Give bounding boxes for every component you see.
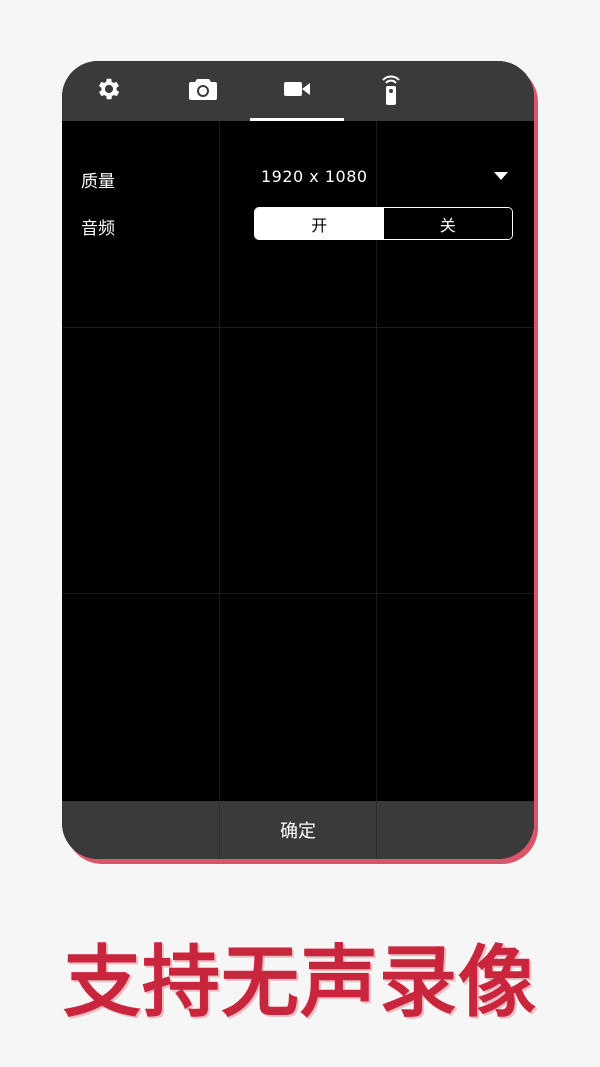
chevron-down-icon[interactable] — [494, 172, 508, 180]
audio-toggle[interactable]: 开 关 — [254, 207, 513, 240]
grid-line — [376, 801, 377, 859]
quality-select[interactable]: 1920 x 1080 — [261, 167, 368, 186]
remote-icon — [380, 72, 402, 110]
video-camera-icon — [283, 79, 311, 103]
audio-label: 音频 — [81, 219, 115, 239]
promo-caption: 支持无声录像 — [62, 938, 537, 1028]
audio-on-option[interactable]: 开 — [255, 208, 384, 239]
tab-photo[interactable] — [156, 61, 250, 121]
camera-icon — [188, 76, 218, 106]
confirm-button[interactable]: 确定 — [280, 817, 316, 843]
gear-icon — [95, 75, 123, 107]
audio-off-option[interactable]: 关 — [383, 208, 512, 239]
tab-remote[interactable] — [344, 61, 438, 121]
tab-settings[interactable] — [62, 61, 156, 121]
confirm-bar: 确定 — [62, 801, 534, 859]
grid-line — [62, 327, 534, 328]
grid-line — [219, 121, 220, 801]
tab-bar — [62, 61, 534, 121]
grid-line — [62, 593, 534, 594]
phone-screen: 质量 1920 x 1080 音频 开 关 确定 — [62, 61, 534, 859]
tab-video[interactable] — [250, 61, 344, 121]
quality-label: 质量 — [81, 172, 115, 192]
grid-line — [219, 801, 220, 859]
